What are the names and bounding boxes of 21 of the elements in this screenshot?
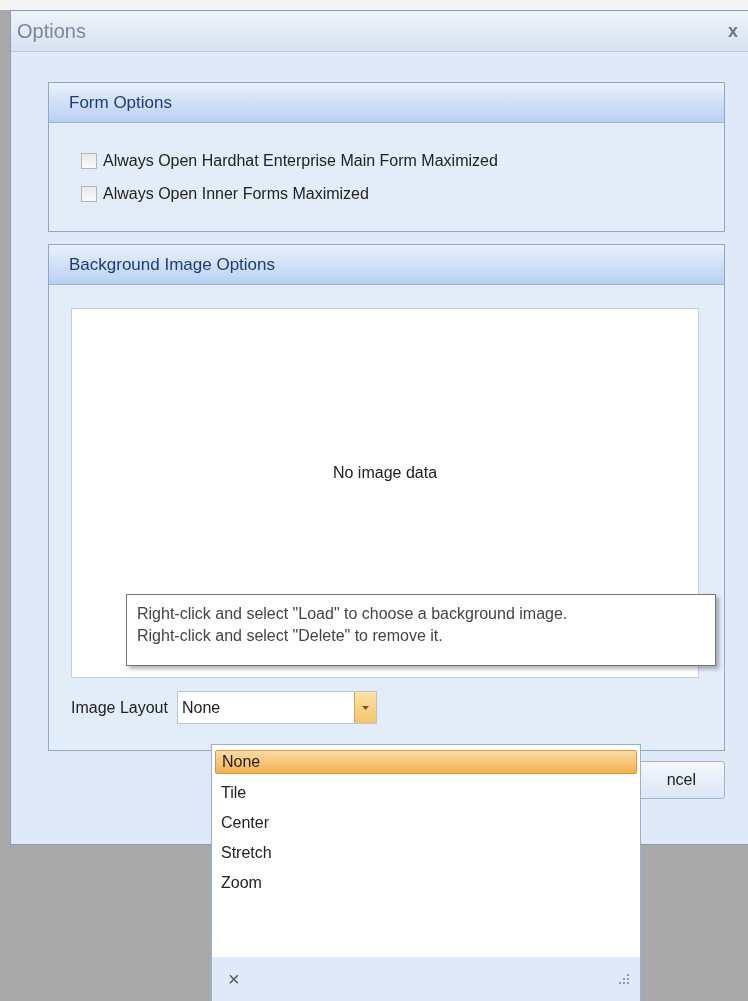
panel-header: Background Image Options <box>49 245 724 285</box>
checkbox-label: Always Open Inner Forms Maximized <box>103 185 369 203</box>
caret-icon <box>361 705 369 710</box>
window-title: Options <box>17 19 86 43</box>
close-button[interactable]: x <box>728 20 738 42</box>
dropdown-option[interactable]: Zoom <box>215 868 637 898</box>
resize-grip-icon[interactable] <box>618 973 630 985</box>
tooltip-text: Right-click and select "Delete" to remove it. <box>137 627 444 645</box>
dropdown-option[interactable]: Stretch <box>215 838 637 868</box>
tooltip-text: Right-click and select "Load" to choose a background image. <box>137 605 569 623</box>
dropdown-button[interactable] <box>353 692 376 723</box>
image-placeholder: No image data <box>332 464 438 482</box>
checkbox-label: Always Open Hardhat Enterprise Main Form Maximized <box>103 152 498 170</box>
checkbox[interactable] <box>81 153 97 169</box>
panel-header: Form Options <box>49 83 724 123</box>
image-layout-select[interactable]: None <box>176 691 377 724</box>
clear-button[interactable]: × <box>228 967 240 991</box>
dropdown-option[interactable]: None <box>215 750 637 774</box>
dropdown-option[interactable]: Center <box>215 808 637 838</box>
image-layout-label: Image Layout <box>71 698 168 717</box>
checkbox[interactable] <box>81 186 97 202</box>
